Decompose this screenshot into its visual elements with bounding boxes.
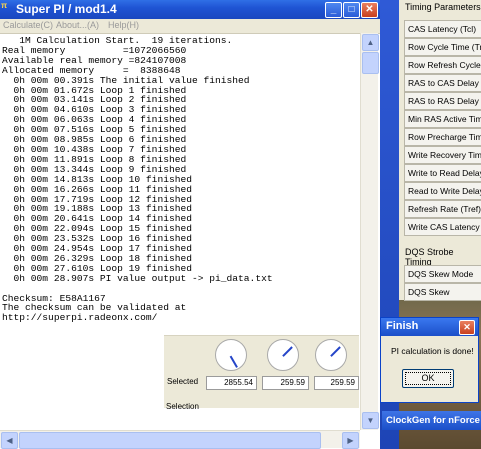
gauge-value-2: 259.59 — [262, 376, 309, 390]
maximize-button[interactable]: □ — [343, 2, 360, 18]
timing-min-ras-button[interactable]: Min RAS Active Time — [404, 110, 481, 128]
finish-message: PI calculation is done! — [391, 346, 474, 356]
timing-write-read-button[interactable]: Write to Read Delay — [404, 164, 481, 182]
gauge-dial-1 — [215, 339, 247, 371]
timing-refresh-rate-button[interactable]: Refresh Rate (Tref) — [404, 200, 481, 218]
timing-ras-ras-button[interactable]: RAS to RAS Delay (Trrd) — [404, 92, 481, 110]
timing-row-refresh-button[interactable]: Row Refresh Cycle Time — [404, 56, 481, 74]
dqs-skew-mode-button[interactable]: DQS Skew Mode — [404, 265, 481, 283]
timing-write-recovery-button[interactable]: Write Recovery Time — [404, 146, 481, 164]
gauge-needle-3 — [330, 346, 341, 357]
ok-button[interactable]: OK — [402, 369, 454, 388]
clockgen-taskbar-title[interactable]: ClockGen for nForce — [382, 411, 481, 430]
scroll-down-icon[interactable]: ▼ — [362, 412, 379, 429]
dqs-skew-button[interactable]: DQS Skew — [404, 283, 481, 301]
gauge-needle-2 — [282, 346, 293, 357]
timing-row-cycle-button[interactable]: Row Cycle Time (Trc) — [404, 38, 481, 56]
gauge-value-3: 259.59 — [314, 376, 359, 390]
dqs-strobe-title: DQS Strobe Timing — [405, 247, 454, 267]
selection-label: Selection — [166, 402, 199, 411]
timing-cas-latency-button[interactable]: CAS Latency (Tcl) — [404, 20, 481, 38]
gauge-panel: Selected 2855.54 259.59 259.59 Selection — [164, 335, 359, 411]
gauge-dial-2 — [267, 339, 299, 371]
scroll-thumb-vertical[interactable] — [362, 52, 379, 74]
gauge-value-1: 2855.54 — [206, 376, 257, 390]
menu-help[interactable]: Help(H) — [108, 20, 139, 30]
close-button[interactable]: ✕ — [361, 2, 378, 18]
calculation-output: 1M Calculation Start. 19 iterations. Rea… — [2, 35, 273, 324]
timing-row-precharge-button[interactable]: Row Precharge Time — [404, 128, 481, 146]
window-title: Super PI / mod1.4 — [16, 2, 117, 16]
scroll-up-icon[interactable]: ▲ — [362, 34, 379, 51]
menu-calculate[interactable]: Calculate(C) — [3, 20, 53, 30]
finish-dialog-title: Finish — [386, 320, 419, 332]
finish-close-icon[interactable]: ✕ — [459, 320, 475, 335]
scroll-left-icon[interactable]: ◀ — [1, 432, 18, 449]
horizontal-scrollbar[interactable]: ◀ ▶ — [0, 430, 360, 449]
timing-write-cas-button[interactable]: Write CAS Latency (Tw — [404, 218, 481, 236]
minimize-button[interactable]: _ — [325, 2, 342, 18]
finish-dialog-title-bar[interactable]: Finish ✕ — [381, 318, 478, 336]
vertical-scrollbar[interactable]: ▲ ▼ — [360, 33, 379, 430]
timing-ras-cas-button[interactable]: RAS to CAS Delay (Trcd) — [404, 74, 481, 92]
timing-parameters-title: Timing Parameters — [405, 2, 481, 12]
gauge-dial-3 — [315, 339, 347, 371]
scroll-right-icon[interactable]: ▶ — [342, 432, 359, 449]
selected-label: Selected — [167, 377, 199, 386]
gauge-needle-1 — [230, 355, 238, 368]
menu-bar: Calculate(C) About...(A) Help(H) — [0, 19, 380, 34]
timing-parameters-panel: Timing Parameters CAS Latency (Tcl) Row … — [399, 0, 481, 301]
menu-about[interactable]: About...(A) — [56, 20, 99, 30]
clockgen-title-text: ClockGen for nForce — [386, 415, 480, 426]
scroll-thumb-horizontal[interactable] — [19, 432, 321, 449]
superpi-window: π Super PI / mod1.4 _ □ ✕ Calculate(C) A… — [0, 0, 380, 449]
pi-app-icon: π — [1, 1, 8, 10]
superpi-title-bar[interactable]: π Super PI / mod1.4 _ □ ✕ — [0, 0, 380, 19]
finish-dialog: Finish ✕ PI calculation is done! OK — [380, 317, 479, 403]
timing-read-write-button[interactable]: Read to Write Delay — [404, 182, 481, 200]
